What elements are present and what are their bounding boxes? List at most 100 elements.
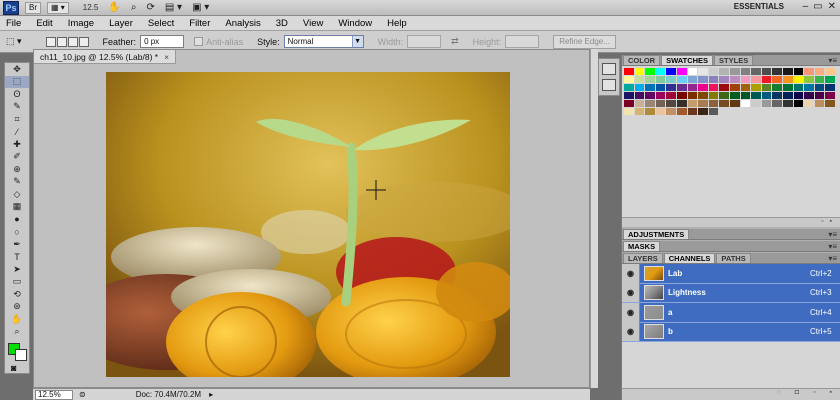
channel-row[interactable]: ◉ a Ctrl+4 bbox=[622, 302, 840, 323]
color-swatch[interactable] bbox=[708, 108, 719, 115]
color-swatch[interactable] bbox=[698, 100, 708, 107]
status-info-icon[interactable]: ⊜ bbox=[79, 390, 86, 399]
color-swatch[interactable] bbox=[751, 76, 761, 83]
color-swatch[interactable] bbox=[666, 108, 676, 115]
channel-row[interactable]: ◉ Lab Ctrl+2 bbox=[622, 263, 840, 284]
color-swatch[interactable] bbox=[687, 84, 698, 91]
pen-tool[interactable]: ✒ bbox=[5, 238, 29, 250]
color-swatch[interactable] bbox=[624, 84, 634, 91]
eye-icon[interactable]: ◉ bbox=[622, 302, 640, 322]
tab-styles[interactable]: STYLES bbox=[714, 55, 754, 65]
workspace-switcher[interactable]: ESSENTIALS bbox=[734, 2, 784, 11]
gradient-tool[interactable]: ▦ bbox=[5, 201, 29, 213]
color-swatch[interactable] bbox=[825, 76, 835, 83]
menu-layer[interactable]: Layer bbox=[109, 18, 133, 29]
document-vertical-scrollbar[interactable] bbox=[590, 49, 598, 388]
color-swatch[interactable] bbox=[782, 100, 793, 107]
color-swatch[interactable] bbox=[708, 92, 719, 99]
color-swatch[interactable] bbox=[634, 84, 645, 91]
view-extras-button[interactable]: ▦ ▾ bbox=[47, 1, 69, 14]
new-channel-icon[interactable]: ▫ bbox=[813, 389, 815, 400]
menu-edit[interactable]: Edit bbox=[36, 18, 52, 29]
color-swatch[interactable] bbox=[814, 92, 825, 99]
color-swatch[interactable] bbox=[624, 92, 634, 99]
tab-adjustments[interactable]: ADJUSTMENTS bbox=[623, 229, 690, 239]
color-swatch[interactable] bbox=[814, 84, 825, 91]
color-swatch[interactable] bbox=[793, 92, 804, 99]
color-swatch[interactable] bbox=[751, 92, 761, 99]
color-swatch[interactable] bbox=[676, 76, 687, 83]
color-swatch[interactable] bbox=[825, 100, 835, 107]
hand-tool[interactable]: ✋ bbox=[5, 313, 29, 325]
menu-view[interactable]: View bbox=[303, 18, 323, 29]
color-swatch[interactable] bbox=[634, 76, 645, 83]
eyedropper-tool[interactable]: ⁄ bbox=[5, 126, 29, 138]
color-swatch[interactable] bbox=[793, 68, 804, 75]
color-swatch[interactable] bbox=[645, 108, 655, 115]
color-swatch[interactable] bbox=[676, 84, 687, 91]
color-swatch[interactable] bbox=[793, 84, 804, 91]
color-swatch[interactable] bbox=[825, 92, 835, 99]
add-selection-button[interactable] bbox=[56, 36, 67, 47]
color-swatch[interactable] bbox=[634, 68, 645, 75]
color-swatch[interactable] bbox=[687, 92, 698, 99]
panel-menu-icon[interactable]: ▾≡ bbox=[828, 56, 837, 65]
quick-mask-icon[interactable]: ◙ bbox=[11, 363, 16, 373]
subtract-selection-button[interactable] bbox=[67, 36, 78, 47]
color-swatch[interactable] bbox=[698, 68, 708, 75]
color-swatch[interactable] bbox=[740, 84, 751, 91]
tab-layers[interactable]: LAYERS bbox=[623, 253, 663, 263]
color-swatch[interactable] bbox=[761, 100, 772, 107]
3d-orbit-tool[interactable]: ⊛ bbox=[5, 301, 29, 313]
color-swatch[interactable] bbox=[814, 100, 825, 107]
color-swatch[interactable] bbox=[740, 68, 751, 75]
tab-channels[interactable]: CHANNELS bbox=[663, 253, 716, 263]
color-swatch[interactable] bbox=[825, 84, 835, 91]
document-tab[interactable]: ch11_10.jpg @ 12.5% (Lab/8) * × bbox=[34, 50, 177, 64]
color-swatch[interactable] bbox=[804, 92, 814, 99]
color-swatch[interactable] bbox=[814, 68, 825, 75]
lasso-tool[interactable]: ʘ bbox=[5, 88, 29, 100]
color-swatch[interactable] bbox=[729, 76, 740, 83]
color-swatch[interactable] bbox=[751, 100, 761, 107]
type-tool[interactable]: T bbox=[5, 251, 29, 263]
color-swatch[interactable] bbox=[729, 100, 740, 107]
swap-dimensions-icon[interactable]: ⇄ bbox=[451, 36, 459, 47]
channel-row[interactable]: ◉ b Ctrl+5 bbox=[622, 322, 840, 342]
background-color-swatch[interactable] bbox=[15, 349, 27, 361]
color-swatch[interactable] bbox=[698, 92, 708, 99]
style-dropdown[interactable]: Normal ▼ bbox=[283, 35, 364, 48]
color-swatch[interactable] bbox=[676, 92, 687, 99]
delete-channel-icon[interactable]: ▪ bbox=[830, 389, 832, 400]
zoom-tool-icon[interactable]: ⌕ bbox=[131, 2, 137, 13]
color-swatch[interactable] bbox=[740, 92, 751, 99]
arrange-documents-icon[interactable]: ▤ ▾ bbox=[165, 2, 182, 13]
color-swatch[interactable] bbox=[645, 84, 655, 91]
color-swatch[interactable] bbox=[772, 68, 782, 75]
zoom-percentage-field[interactable]: 12.5% bbox=[35, 389, 73, 400]
color-swatch[interactable] bbox=[708, 84, 719, 91]
minimize-icon[interactable]: – bbox=[803, 1, 809, 12]
color-swatch[interactable] bbox=[719, 92, 729, 99]
quick-select-tool[interactable]: ✎ bbox=[5, 101, 29, 113]
color-swatch[interactable] bbox=[634, 100, 645, 107]
tool-preset-picker[interactable]: ⬚ ▾ bbox=[6, 36, 22, 47]
clone-stamp-tool[interactable]: ⊕ bbox=[5, 163, 29, 175]
color-swatch[interactable] bbox=[645, 92, 655, 99]
color-swatch[interactable] bbox=[825, 68, 835, 75]
color-swatch[interactable] bbox=[729, 68, 740, 75]
color-swatch[interactable] bbox=[782, 92, 793, 99]
color-swatch[interactable] bbox=[655, 68, 666, 75]
color-swatch[interactable] bbox=[645, 76, 655, 83]
color-swatch[interactable] bbox=[729, 92, 740, 99]
color-swatch[interactable] bbox=[624, 108, 634, 115]
save-selection-channel-icon[interactable]: ◘ bbox=[795, 389, 799, 400]
color-swatch[interactable] bbox=[708, 100, 719, 107]
healing-tool[interactable]: ✚ bbox=[5, 138, 29, 150]
color-swatch[interactable] bbox=[772, 92, 782, 99]
color-swatch[interactable] bbox=[761, 84, 772, 91]
color-swatch[interactable] bbox=[729, 84, 740, 91]
color-swatch[interactable] bbox=[793, 100, 804, 107]
adjustments-menu-icon[interactable]: ▾≡ bbox=[828, 230, 837, 239]
color-swatch[interactable] bbox=[719, 84, 729, 91]
